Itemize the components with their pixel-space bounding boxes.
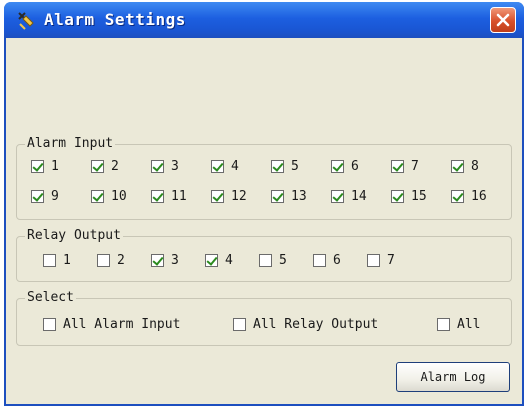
relay-output-checkbox-3[interactable]: 3 (151, 251, 179, 269)
alarm-input-checkbox-8[interactable]: 8 (451, 157, 479, 175)
app-icon (18, 12, 34, 30)
alarm-input-checkbox-5-label: 5 (291, 158, 299, 174)
alarm-input-checkbox-2-box[interactable] (91, 159, 104, 173)
alarm-input-checkbox-6-box[interactable] (331, 159, 344, 173)
alarm-input-checkbox-14[interactable]: 14 (331, 187, 367, 205)
alarm-input-checkbox-2-label: 2 (111, 158, 119, 174)
alarm-input-checkbox-9-label: 9 (51, 188, 59, 204)
relay-output-checkbox-3-label: 3 (171, 252, 179, 268)
alarm-input-checkbox-8-label: 8 (471, 158, 479, 174)
alarm-input-checkbox-7-label: 7 (411, 158, 419, 174)
alarm-input-checkbox-11-box[interactable] (151, 189, 164, 203)
relay-output-checkbox-5-box[interactable] (259, 253, 272, 267)
alarm-input-checkbox-14-box[interactable] (331, 189, 344, 203)
alarm-input-checkbox-10-label: 10 (111, 188, 127, 204)
all-label: All (457, 316, 481, 332)
close-button[interactable] (490, 7, 516, 33)
select-legend: Select (25, 290, 76, 305)
title-bar[interactable]: Alarm Settings (4, 2, 524, 38)
alarm-input-checkbox-5[interactable]: 5 (271, 157, 299, 175)
alarm-input-checkbox-15-label: 15 (411, 188, 427, 204)
alarm-input-checkbox-1[interactable]: 1 (31, 157, 59, 175)
relay-output-checkbox-1-box[interactable] (43, 253, 56, 267)
alarm-input-checkbox-11-label: 11 (171, 188, 187, 204)
all-relay-output-checkbox[interactable]: All Relay Output (233, 315, 378, 333)
relay-output-checkbox-6[interactable]: 6 (313, 251, 341, 269)
relay-output-checkbox-2-box[interactable] (97, 253, 110, 267)
alarm-input-checkbox-15[interactable]: 15 (391, 187, 427, 205)
relay-output-checkbox-3-box[interactable] (151, 253, 164, 267)
alarm-input-checkbox-4-label: 4 (231, 158, 239, 174)
all-alarm-input-label: All Alarm Input (63, 316, 181, 332)
all-box[interactable] (437, 317, 450, 331)
alarm-input-checkbox-6[interactable]: 6 (331, 157, 359, 175)
alarm-input-checkbox-7[interactable]: 7 (391, 157, 419, 175)
relay-output-checkbox-4-box[interactable] (205, 253, 218, 267)
alarm-input-checkbox-16-box[interactable] (451, 189, 464, 203)
relay-output-checkbox-4-label: 4 (225, 252, 233, 268)
all-alarm-input-box[interactable] (43, 317, 56, 331)
relay-output-checkbox-6-label: 6 (333, 252, 341, 268)
alarm-input-checkbox-16-label: 16 (471, 188, 487, 204)
relay-output-checkbox-5[interactable]: 5 (259, 251, 287, 269)
alarm-input-checkbox-6-label: 6 (351, 158, 359, 174)
alarm-input-checkbox-12-box[interactable] (211, 189, 224, 203)
relay-output-checkbox-5-label: 5 (279, 252, 287, 268)
relay-output-checkbox-2-label: 2 (117, 252, 125, 268)
alarm-settings-window: Alarm Settings Alarm Input 1 2 3 4 5 6 7 8 9 10 11… (4, 2, 524, 406)
relay-output-legend: Relay Output (25, 228, 123, 243)
alarm-input-checkbox-12-label: 12 (231, 188, 247, 204)
alarm-input-checkbox-10-box[interactable] (91, 189, 104, 203)
relay-output-checkbox-4[interactable]: 4 (205, 251, 233, 269)
alarm-input-checkbox-9-box[interactable] (31, 189, 44, 203)
alarm-input-checkbox-5-box[interactable] (271, 159, 284, 173)
alarm-input-checkbox-13[interactable]: 13 (271, 187, 307, 205)
alarm-input-checkbox-4[interactable]: 4 (211, 157, 239, 175)
relay-output-checkbox-6-box[interactable] (313, 253, 326, 267)
relay-output-checkbox-7-box[interactable] (367, 253, 380, 267)
alarm-log-button[interactable]: Alarm Log (396, 362, 510, 392)
alarm-input-checkbox-3[interactable]: 3 (151, 157, 179, 175)
all-relay-output-box[interactable] (233, 317, 246, 331)
select-group: Select All Alarm Input All Relay Output … (16, 290, 512, 346)
relay-output-checkbox-1-label: 1 (63, 252, 71, 268)
relay-output-checkbox-1[interactable]: 1 (43, 251, 71, 269)
alarm-input-checkbox-11[interactable]: 11 (151, 187, 187, 205)
all-relay-output-label: All Relay Output (253, 316, 379, 332)
relay-output-group: Relay Output 1 2 3 4 5 6 7 (16, 228, 512, 282)
alarm-input-checkbox-12[interactable]: 12 (211, 187, 247, 205)
alarm-input-checkbox-16[interactable]: 16 (451, 187, 487, 205)
all-checkbox[interactable]: All (437, 315, 480, 333)
alarm-input-checkbox-7-box[interactable] (391, 159, 404, 173)
alarm-input-checkbox-15-box[interactable] (391, 189, 404, 203)
relay-output-checkbox-7[interactable]: 7 (367, 251, 395, 269)
alarm-input-checkbox-4-box[interactable] (211, 159, 224, 173)
alarm-input-checkbox-2[interactable]: 2 (91, 157, 119, 175)
relay-output-checkbox-2[interactable]: 2 (97, 251, 125, 269)
alarm-input-checkbox-8-box[interactable] (451, 159, 464, 173)
alarm-input-checkbox-3-box[interactable] (151, 159, 164, 173)
alarm-input-checkbox-9[interactable]: 9 (31, 187, 59, 205)
alarm-input-checkbox-1-label: 1 (51, 158, 59, 174)
close-icon (496, 13, 510, 27)
alarm-input-checkbox-13-box[interactable] (271, 189, 284, 203)
alarm-input-group: Alarm Input 1 2 3 4 5 6 7 8 9 10 11 12 13 14 15 16 (16, 136, 512, 220)
relay-output-checkbox-7-label: 7 (387, 252, 395, 268)
alarm-input-checkbox-3-label: 3 (171, 158, 179, 174)
window-title: Alarm Settings (44, 10, 186, 29)
alarm-input-legend: Alarm Input (25, 136, 116, 151)
all-alarm-input-checkbox[interactable]: All Alarm Input (43, 315, 180, 333)
alarm-input-checkbox-13-label: 13 (291, 188, 307, 204)
alarm-input-checkbox-10[interactable]: 10 (91, 187, 127, 205)
alarm-input-checkbox-1-box[interactable] (31, 159, 44, 173)
alarm-input-checkbox-14-label: 14 (351, 188, 367, 204)
